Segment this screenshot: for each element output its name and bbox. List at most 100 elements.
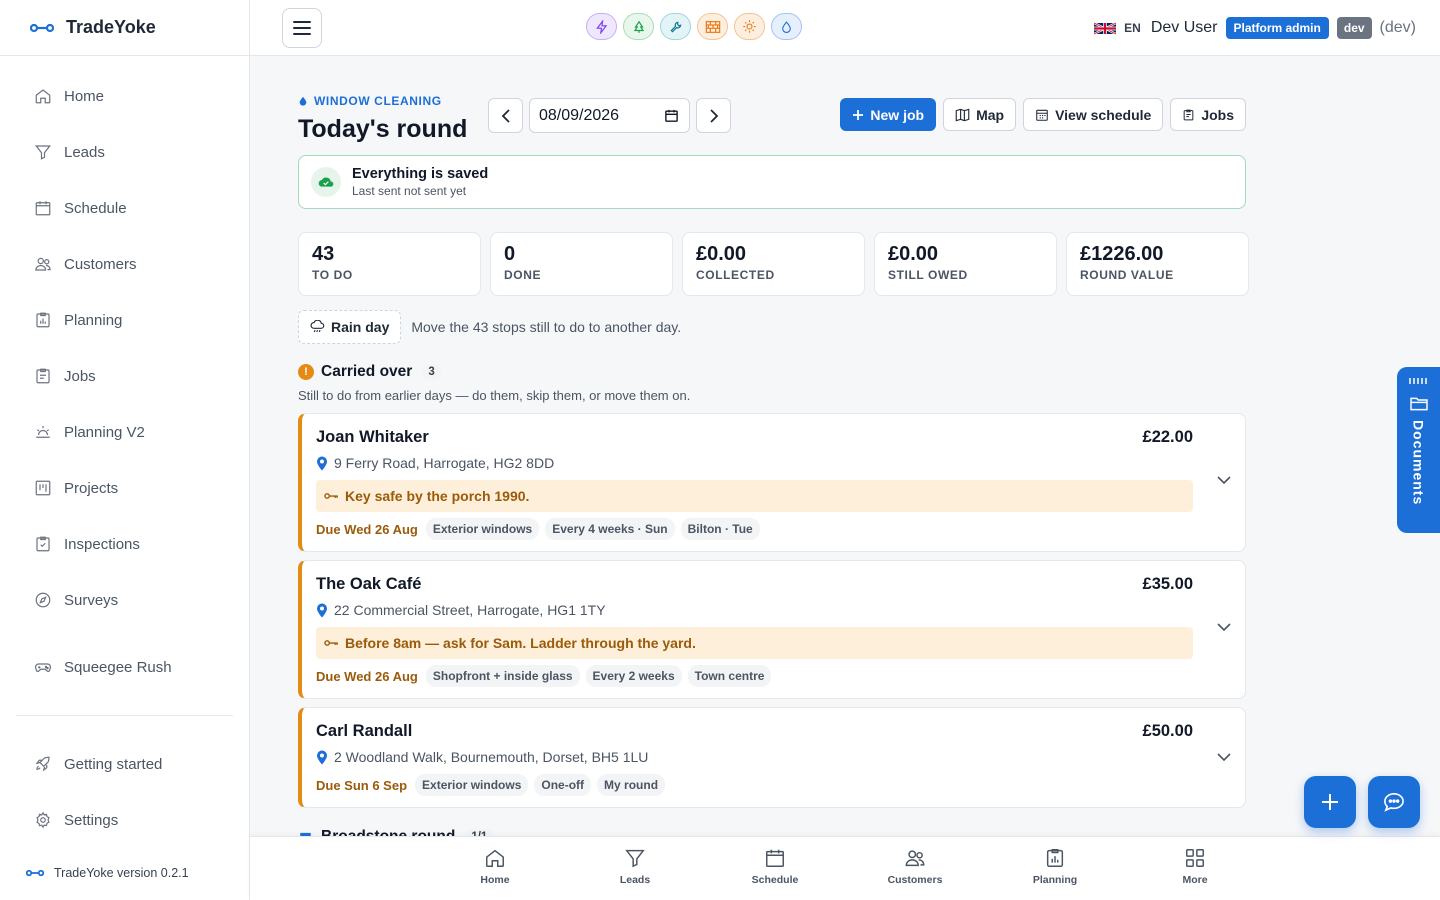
job-access-note: Before 8am — ask for Sam. Ladder through… — [316, 627, 1193, 659]
kanban-icon — [35, 480, 51, 496]
calendar-icon — [766, 849, 784, 867]
drag-handle-icon[interactable] — [1408, 378, 1430, 384]
job-tag: Bilton · Tue — [680, 518, 760, 540]
trade-plumbing[interactable] — [660, 13, 691, 40]
sidebar-item-getting-started[interactable]: Getting started — [16, 736, 233, 792]
sidebar-item-label: Jobs — [64, 367, 96, 385]
sidebar-item-projects[interactable]: Projects — [16, 460, 233, 516]
job-tags: Due Sun 6 Sep Exterior windows One-off M… — [316, 774, 666, 796]
bottom-nav-planning[interactable]: Planning — [1015, 847, 1095, 886]
jobs-button[interactable]: Jobs — [1170, 98, 1246, 131]
trade-gardening[interactable] — [623, 13, 654, 40]
brand[interactable]: TradeYoke — [0, 0, 249, 56]
documents-tab[interactable]: Documents — [1397, 367, 1440, 533]
sidebar-item-label: Leads — [64, 143, 105, 161]
uk-flag-icon[interactable] — [1094, 21, 1117, 36]
chat-fab-button[interactable] — [1368, 776, 1420, 828]
chevron-down-icon[interactable] — [1217, 476, 1231, 485]
date-input[interactable]: 08/09/2026 — [529, 98, 690, 133]
previous-day-button[interactable] — [488, 98, 523, 133]
topbar: EN Dev User Platform admin dev (dev) — [250, 0, 1440, 56]
sidebar-item-leads[interactable]: Leads — [16, 124, 233, 180]
user-name[interactable]: Dev User — [1151, 19, 1218, 37]
job-tag: Town centre — [687, 665, 772, 687]
view-schedule-button[interactable]: View schedule — [1023, 98, 1164, 131]
env-text: (dev) — [1379, 19, 1416, 36]
sidebar-item-label: Planning — [64, 311, 123, 329]
sidebar-item-inspections[interactable]: Inspections — [16, 516, 233, 572]
calendar-grid-icon — [1036, 109, 1048, 121]
wrench-icon — [670, 21, 681, 32]
chevron-down-icon[interactable] — [1217, 753, 1231, 762]
calendar-icon — [35, 201, 51, 216]
job-tags: Due Wed 26 Aug Shopfront + inside glass … — [316, 665, 772, 687]
stat-label: ROUND VALUE — [1080, 268, 1174, 282]
chart-clipboard-icon — [1046, 849, 1064, 867]
add-fab-button[interactable] — [1304, 776, 1356, 828]
sidebar: TradeYoke Home Leads Schedule Customers … — [0, 0, 250, 900]
carried-over-count: 3 — [422, 364, 441, 380]
save-status-title: Everything is saved — [352, 166, 489, 182]
job-card[interactable]: Carl Randall £50.00 2 Woodland Walk, Bou… — [298, 707, 1246, 808]
job-due-date: Due Sun 6 Sep — [316, 777, 408, 793]
job-address-text: 9 Ferry Road, Harrogate, HG2 8DD — [334, 455, 555, 471]
sidebar-item-label: Planning V2 — [64, 423, 145, 441]
new-job-button[interactable]: New job — [840, 98, 937, 131]
map-button[interactable]: Map — [943, 98, 1017, 131]
sidebar-item-label: Home — [64, 87, 105, 105]
bottom-nav-home[interactable]: Home — [455, 847, 535, 886]
stat-label: STILL OWED — [888, 268, 968, 282]
job-note-text: Before 8am — ask for Sam. Ladder through… — [345, 635, 696, 651]
sidebar-divider — [16, 715, 233, 716]
electric-icon — [595, 19, 607, 34]
trade-electrical[interactable] — [586, 13, 617, 40]
stats-row: 43 TO DO 0 DONE £0.00 COLLECTED £0.00 ST… — [298, 232, 1249, 296]
rain-day-row: Rain day Move the 43 stops still to do t… — [298, 310, 681, 344]
sidebar-item-planning-v2[interactable]: Planning V2 — [16, 404, 233, 460]
sidebar-item-label: Customers — [64, 255, 137, 273]
rain-day-button[interactable]: Rain day — [298, 310, 402, 344]
sidebar-item-home[interactable]: Home — [16, 68, 233, 124]
job-due-date: Due Wed 26 Aug — [316, 668, 418, 684]
next-day-button[interactable] — [696, 98, 731, 133]
job-card[interactable]: The Oak Café £35.00 22 Commercial Street… — [298, 560, 1246, 699]
location-pin-icon — [317, 750, 327, 764]
chart-clipboard-icon — [36, 312, 50, 328]
trade-window-cleaning[interactable] — [771, 13, 802, 40]
grid-icon — [1186, 849, 1204, 867]
bottom-nav-leads[interactable]: Leads — [595, 847, 675, 886]
language-code[interactable]: EN — [1124, 21, 1141, 35]
bottom-nav-customers[interactable]: Customers — [875, 847, 955, 886]
users-icon — [35, 257, 51, 271]
job-card[interactable]: Joan Whitaker £22.00 9 Ferry Road, Harro… — [298, 413, 1246, 552]
carried-over-title: Carried over — [321, 363, 413, 380]
filter-icon — [35, 145, 51, 160]
stat-card-still-owed: £0.00 STILL OWED — [874, 232, 1057, 296]
plus-icon — [853, 109, 864, 120]
bottom-nav-more[interactable]: More — [1155, 847, 1235, 886]
sidebar-item-customers[interactable]: Customers — [16, 236, 233, 292]
sidebar-item-label: Schedule — [64, 199, 127, 217]
sidebar-item-jobs[interactable]: Jobs — [16, 348, 233, 404]
sidebar-item-planning[interactable]: Planning — [16, 292, 233, 348]
sidebar-item-label: Projects — [64, 479, 119, 497]
sidebar-item-settings[interactable]: Settings — [16, 792, 233, 848]
trade-solar[interactable] — [734, 13, 765, 40]
sidebar-item-surveys[interactable]: Surveys — [16, 572, 233, 628]
trade-building[interactable] — [697, 13, 728, 40]
job-tags: Due Wed 26 Aug Exterior windows Every 4 … — [316, 518, 760, 540]
sidebar-item-squeegee-rush[interactable]: Squeegee Rush — [16, 639, 233, 695]
env-badge: dev — [1336, 17, 1372, 39]
stat-value: £0.00 — [888, 243, 939, 265]
calendar-icon[interactable] — [664, 108, 679, 123]
stat-card-round-value: £1226.00 ROUND VALUE — [1066, 232, 1249, 296]
chevron-left-icon — [501, 108, 510, 123]
stat-value: £0.00 — [696, 243, 747, 265]
sun-horizon-icon — [36, 426, 50, 438]
menu-button[interactable] — [282, 8, 322, 48]
chevron-down-icon[interactable] — [1217, 623, 1231, 632]
bottom-nav-schedule[interactable]: Schedule — [735, 847, 815, 886]
bottom-nav-label: Schedule — [751, 874, 799, 886]
job-note-text: Key safe by the porch 1990. — [345, 488, 530, 504]
sidebar-item-schedule[interactable]: Schedule — [16, 180, 233, 236]
